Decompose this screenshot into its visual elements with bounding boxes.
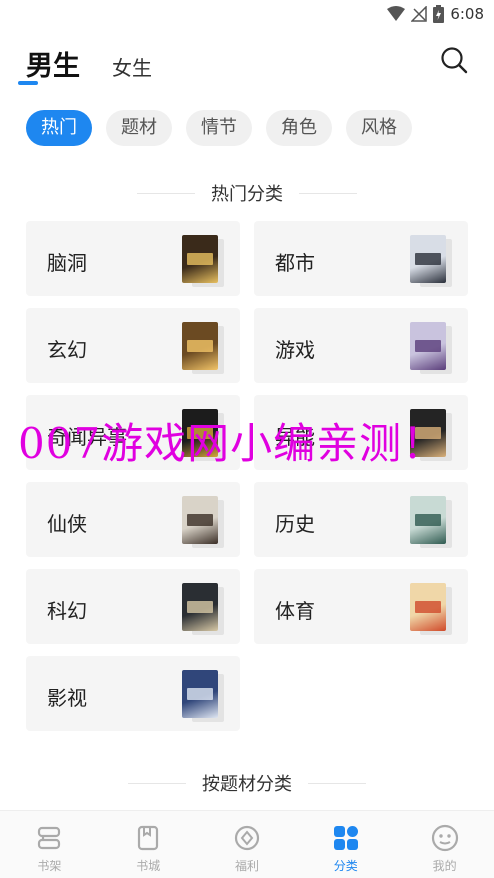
section-theme-header: 按题材分类: [0, 770, 494, 796]
book-cover: [182, 235, 218, 283]
book-cover: [182, 670, 218, 718]
book-cover: [410, 583, 446, 631]
gender-tabs: 男生 女生: [26, 44, 152, 83]
cover-art: [187, 253, 213, 265]
cover-art: [187, 340, 213, 352]
tab-male[interactable]: 男生: [26, 44, 80, 83]
book-cover: [410, 322, 446, 370]
status-icons: 6:08: [387, 4, 484, 24]
cover-art: [187, 514, 213, 526]
category-card-yingshi[interactable]: 影视: [26, 656, 240, 731]
divider-line: [137, 192, 195, 194]
category-card-xuanhuan[interactable]: 玄幻: [26, 308, 240, 383]
nav-label: 书城: [136, 859, 161, 873]
nav-welfare[interactable]: 福利: [198, 811, 297, 878]
section-hot-header: 热门分类: [0, 180, 494, 206]
cover-art: [415, 253, 441, 265]
category-label: 科幻: [47, 599, 87, 623]
cover-art: [415, 514, 441, 526]
category-card-kehuan[interactable]: 科幻: [26, 569, 240, 644]
category-label: 玄幻: [47, 338, 87, 362]
cover-art: [187, 601, 213, 613]
bookstore-icon: [138, 825, 159, 851]
chip-plot[interactable]: 情节: [186, 110, 252, 146]
category-card-naodong[interactable]: 脑洞: [26, 221, 240, 296]
nav-label: 书架: [37, 859, 62, 873]
category-label: 体育: [275, 599, 315, 623]
section-hot-title: 热门分类: [211, 184, 283, 205]
category-icon: [333, 826, 358, 850]
book-cover: [182, 583, 218, 631]
nav-bookshelf[interactable]: 书架: [0, 811, 99, 878]
book-cover: [410, 235, 446, 283]
book-cover: [182, 322, 218, 370]
chip-role[interactable]: 角色: [266, 110, 332, 146]
category-label: 都市: [275, 251, 315, 275]
divider-line: [299, 192, 357, 194]
bookshelf-icon: [38, 826, 61, 850]
category-grid: 脑洞 都市 玄幻 游戏 奇闻异事 异能 仙侠 历史 科幻 体育 影视: [26, 221, 468, 731]
cover-art: [415, 601, 441, 613]
book-cover: [410, 496, 446, 544]
cover-art: [415, 340, 441, 352]
category-label: 脑洞: [47, 251, 87, 275]
nav-category[interactable]: 分类: [296, 811, 395, 878]
profile-icon: [431, 824, 458, 852]
status-bar: 6:08: [0, 0, 494, 30]
category-label: 影视: [47, 686, 87, 710]
cover-art: [187, 688, 213, 700]
nav-profile[interactable]: 我的: [395, 811, 494, 878]
watermark-text: 007游戏网小编亲测！: [18, 419, 446, 468]
category-label: 历史: [275, 512, 315, 536]
category-card-youxi[interactable]: 游戏: [254, 308, 468, 383]
category-card-dushi[interactable]: 都市: [254, 221, 468, 296]
nav-bookstore[interactable]: 书城: [99, 811, 198, 878]
search-icon[interactable]: [440, 46, 468, 74]
divider-line: [308, 782, 366, 784]
nav-label: 分类: [333, 859, 358, 873]
category-card-xianxia[interactable]: 仙侠: [26, 482, 240, 557]
bottom-nav: 书架 书城 福利 分类 我的: [0, 810, 494, 878]
nav-label: 福利: [234, 859, 259, 873]
category-card-lishi[interactable]: 历史: [254, 482, 468, 557]
no-signal-icon: [411, 6, 428, 22]
section-theme-title: 按题材分类: [202, 774, 292, 795]
divider-line: [128, 782, 186, 784]
active-tab-indicator: [18, 81, 38, 85]
chip-theme[interactable]: 题材: [106, 110, 172, 146]
wifi-icon: [387, 6, 406, 21]
category-card-tiyu[interactable]: 体育: [254, 569, 468, 644]
chip-hot[interactable]: 热门: [26, 110, 92, 146]
book-cover: [182, 496, 218, 544]
filter-chips: 热门 题材 情节 角色 风格: [26, 110, 412, 146]
nav-label: 我的: [432, 859, 457, 873]
welfare-icon: [234, 825, 260, 851]
category-label: 仙侠: [47, 512, 87, 536]
chip-style[interactable]: 风格: [346, 110, 412, 146]
battery-icon: [433, 5, 445, 23]
tab-female[interactable]: 女生: [112, 52, 152, 81]
category-label: 游戏: [275, 338, 315, 362]
status-time: 6:08: [450, 5, 484, 23]
